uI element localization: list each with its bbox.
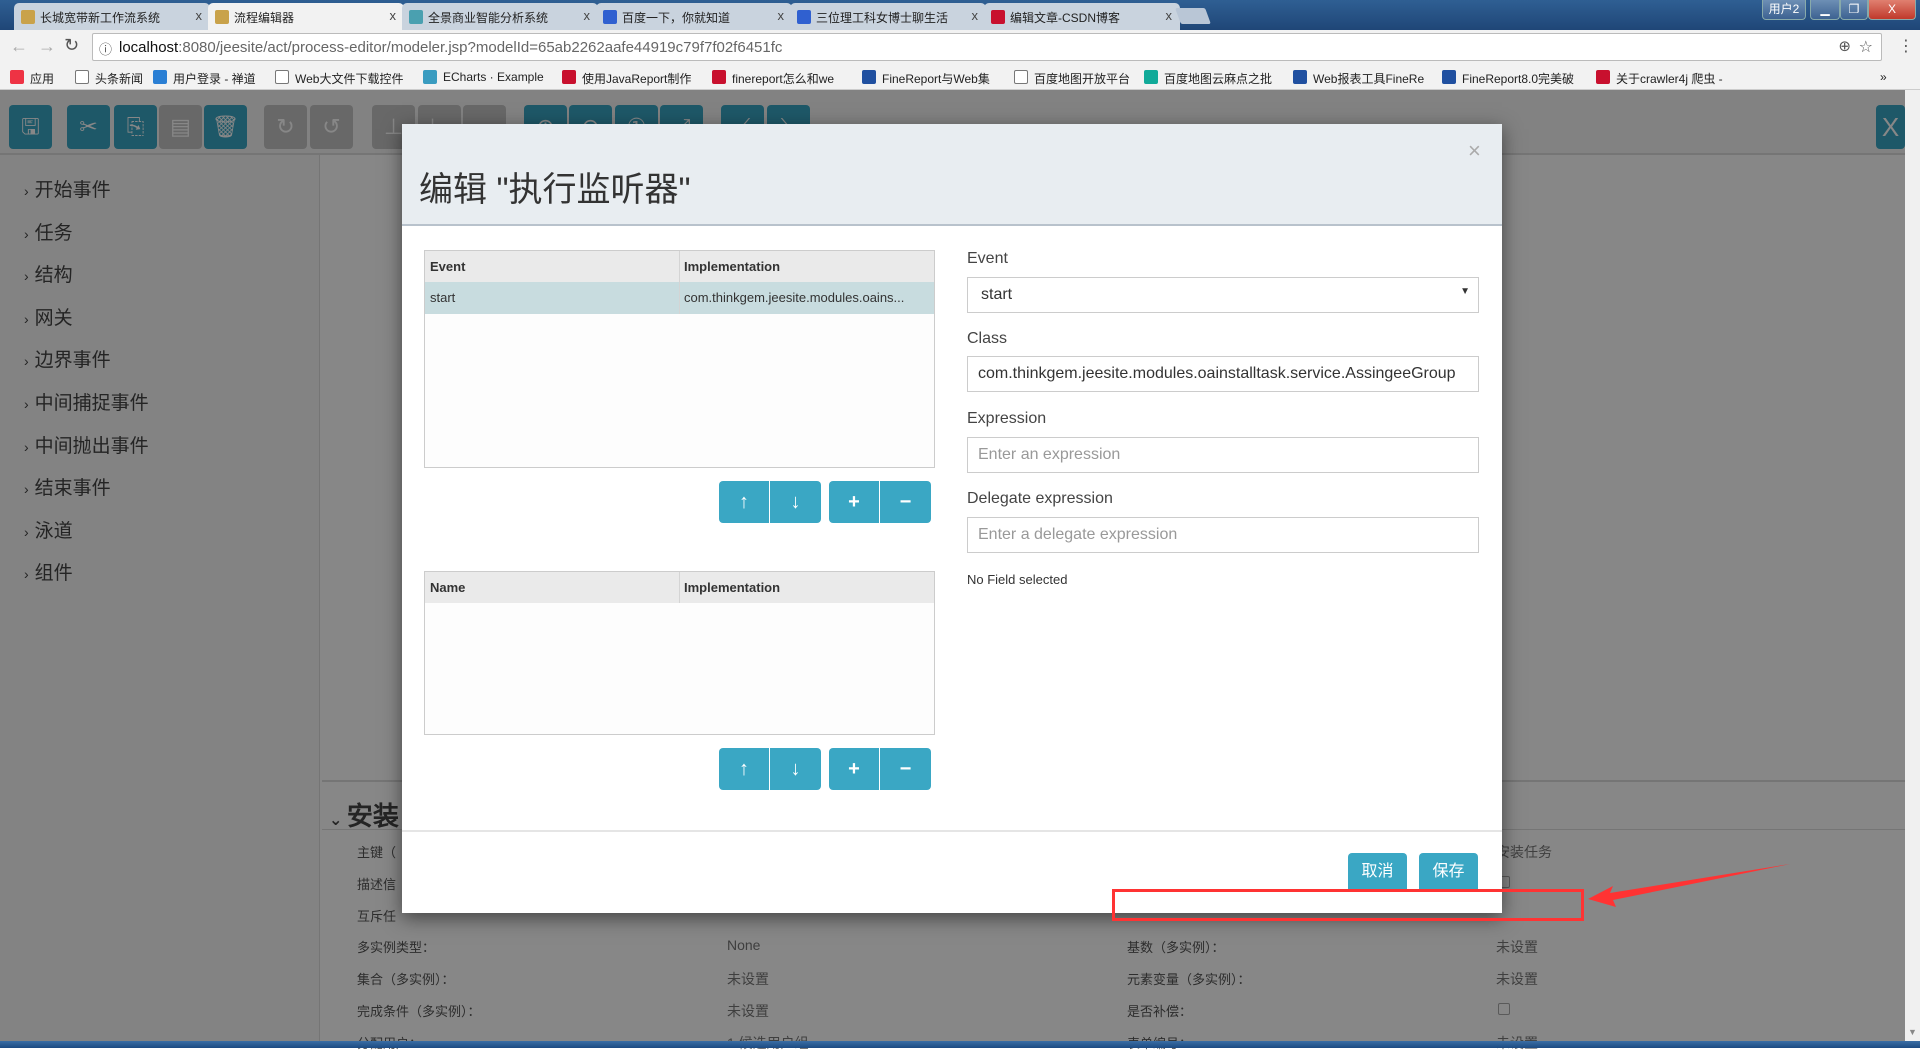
bookmark-item[interactable]: Web大文件下载控件 [275, 70, 403, 87]
dialog-title: 编辑 "执行监听器" [419, 171, 691, 209]
csdn-icon [1596, 70, 1610, 84]
bookmark-item[interactable]: 使用JavaReport制作 [562, 70, 691, 87]
user-profile-button[interactable]: 用户2 [1762, 0, 1806, 20]
globe-icon [153, 70, 167, 84]
expression-label: Expression [967, 410, 1047, 427]
star-icon[interactable]: ☆ [1859, 37, 1873, 57]
move-down-button[interactable]: ↓ [770, 748, 821, 790]
add-field-button[interactable]: + [829, 748, 880, 790]
page-icon [75, 70, 89, 84]
new-tab-button[interactable] [1175, 8, 1211, 24]
bookmark-item[interactable]: 应用 [10, 70, 54, 87]
bookmark-item[interactable]: Web报表工具FineRe [1293, 70, 1424, 87]
annotation-arrow [1588, 864, 1790, 907]
fr-icon [862, 70, 876, 84]
bookmark-item[interactable]: FineReport8.0完美破 [1442, 70, 1574, 87]
save-button[interactable]: 保存 [1419, 853, 1478, 890]
arrow-shape [1588, 864, 1790, 907]
scrollbar[interactable]: ▼ [1905, 90, 1920, 1041]
apps-icon [10, 70, 24, 84]
bookmark-item[interactable]: ECharts · Example [423, 70, 544, 84]
map-icon [1144, 70, 1158, 84]
remove-listener-button[interactable]: − [880, 481, 931, 523]
baidu-icon [797, 10, 811, 24]
tab-favicon-icon [409, 10, 423, 24]
baidu-icon [603, 10, 617, 24]
csdn-icon [712, 70, 726, 84]
browser-tab[interactable]: 全景商业智能分析系统 x [402, 3, 598, 30]
echarts-icon [423, 70, 437, 84]
browser-tab[interactable]: 编辑文章-CSDN博客 x [984, 3, 1180, 30]
class-input[interactable]: com.thinkgem.jeesite.modules.oainstallta… [967, 356, 1479, 392]
bookmark-item[interactable]: FineReport与Web集 [862, 70, 990, 87]
event-select[interactable]: start ▼ [967, 277, 1479, 313]
page-icon [1014, 70, 1028, 84]
bookmark-item[interactable]: finereport怎么和we [712, 70, 834, 87]
url-bar[interactable]: ⓘ localhost:8080/jeesite/act/process-edi… [92, 33, 1882, 61]
no-field-selected-text: No Field selected [967, 572, 1068, 587]
listener-order-buttons: ↑ ↓ [719, 481, 821, 523]
dropdown-arrow-icon: ▼ [1460, 286, 1470, 297]
delegate-expression-label: Delegate expression [967, 490, 1113, 507]
browser-tab[interactable]: 三位理工科女博士聊生活 x [790, 3, 986, 30]
close-icon[interactable]: × [1468, 138, 1481, 164]
fr-icon [1442, 70, 1456, 84]
dialog-header: 编辑 "执行监听器" × [402, 124, 1502, 226]
os-taskbar [0, 1041, 1920, 1048]
csdn-icon [562, 70, 576, 84]
info-icon: ⓘ [99, 42, 113, 57]
more-bookmarks-button[interactable]: » [1880, 70, 1887, 84]
menu-icon[interactable]: ⋮ [1898, 36, 1914, 56]
csdn-icon [991, 10, 1005, 24]
browser-tab[interactable]: 长城宽带新工作流系统 x [14, 3, 210, 30]
close-icon[interactable]: x [778, 8, 785, 23]
add-listener-button[interactable]: + [829, 481, 880, 523]
bookmark-item[interactable]: 百度地图云麻点之批 [1144, 70, 1272, 87]
close-icon[interactable]: x [584, 8, 591, 23]
window-close-icon[interactable]: X [1868, 0, 1916, 20]
expression-input[interactable]: Enter an expression [967, 437, 1479, 473]
column-divider [679, 572, 680, 603]
zoom-icon[interactable]: ⊕ [1838, 37, 1851, 55]
bookmark-item[interactable]: 用户登录 - 禅道 [153, 70, 256, 87]
close-icon[interactable]: x [1166, 8, 1173, 23]
cancel-button[interactable]: 取消 [1348, 853, 1407, 890]
page-icon [275, 70, 289, 84]
browser-tab-bar: 长城宽带新工作流系统 x 流程编辑器 x 全景商业智能分析系统 x 百度一下，你就知道… [0, 0, 1920, 30]
tab-favicon-icon [215, 10, 229, 24]
browser-tab[interactable]: 百度一下，你就知道 x [596, 3, 792, 30]
close-icon[interactable]: x [390, 8, 397, 23]
field-order-buttons: ↑ ↓ [719, 748, 821, 790]
edit-execution-listeners-dialog: 编辑 "执行监听器" × Event Implementation start co… [402, 124, 1502, 913]
bookmark-item[interactable]: 百度地图开放平台 [1014, 70, 1130, 87]
listener-edit-buttons: + − [829, 481, 931, 523]
maximize-icon[interactable]: ❐ [1840, 0, 1868, 20]
bookmark-item[interactable]: 头条新闻 [75, 70, 143, 87]
column-divider [679, 251, 680, 314]
fields-grid: Name Implementation [424, 571, 935, 735]
reload-icon[interactable]: ↻ [64, 35, 79, 56]
close-icon[interactable]: x [972, 8, 979, 23]
remove-field-button[interactable]: − [880, 748, 931, 790]
back-icon[interactable]: ← [10, 36, 28, 57]
dialog-footer-divider [402, 830, 1502, 832]
move-up-button[interactable]: ↑ [719, 481, 770, 523]
event-label: Event [967, 250, 1008, 267]
fr-icon [1293, 70, 1307, 84]
tab-favicon-icon [21, 10, 35, 24]
annotation-highlight-box [1112, 889, 1584, 921]
bookmarks-bar: 应用 头条新闻 用户登录 - 禅道 Web大文件下载控件 ECharts · Examp… [0, 65, 1920, 90]
browser-tab-active[interactable]: 流程编辑器 x [208, 3, 404, 30]
delegate-expression-input[interactable]: Enter a delegate expression [967, 517, 1479, 553]
scroll-down-icon[interactable]: ▼ [1908, 1027, 1917, 1037]
forward-icon[interactable]: → [38, 36, 56, 57]
field-edit-buttons: + − [829, 748, 931, 790]
bookmark-item[interactable]: 关于crawler4j 爬虫 - [1596, 70, 1723, 87]
move-up-button[interactable]: ↑ [719, 748, 770, 790]
minimize-icon[interactable]: ▁ [1810, 0, 1840, 20]
move-down-button[interactable]: ↓ [770, 481, 821, 523]
close-icon[interactable]: x [196, 8, 203, 23]
listeners-grid: Event Implementation start com.thinkgem.je… [424, 250, 935, 468]
class-label: Class [967, 330, 1008, 347]
